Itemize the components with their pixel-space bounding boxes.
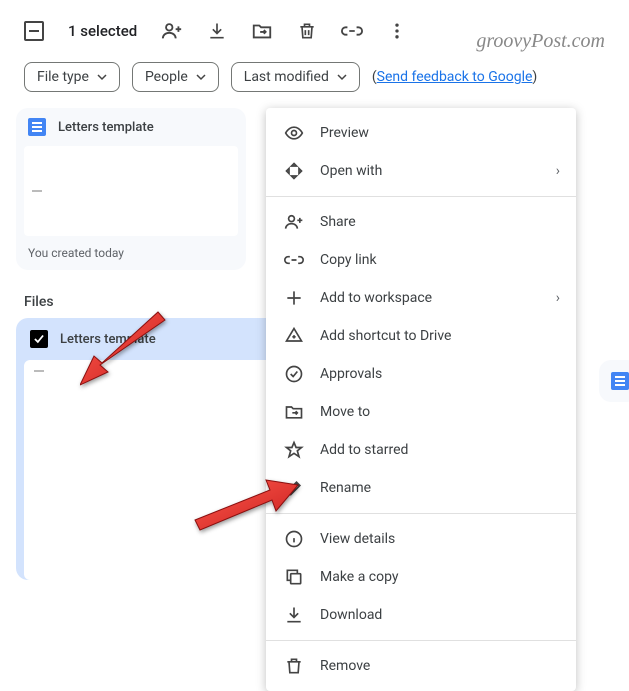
filter-label: Last modified bbox=[244, 69, 329, 85]
menu-move-to[interactable]: Move to bbox=[266, 393, 576, 431]
menu-view-details[interactable]: View details bbox=[266, 520, 576, 558]
annotation-arrow bbox=[80, 310, 170, 394]
filter-bar: File type People Last modified (Send fee… bbox=[16, 58, 613, 108]
watermark-text: groovyPost.com bbox=[476, 30, 605, 53]
feedback-link[interactable]: Send feedback to Google bbox=[377, 69, 533, 85]
caret-down-icon bbox=[337, 72, 347, 82]
suggested-card[interactable]: Letters template You created today bbox=[16, 108, 246, 270]
menu-divider bbox=[266, 196, 576, 197]
menu-make-a-copy[interactable]: Make a copy bbox=[266, 558, 576, 596]
card-title: Letters template bbox=[58, 120, 154, 135]
menu-share[interactable]: Share bbox=[266, 203, 576, 241]
chevron-right-icon: › bbox=[556, 163, 560, 179]
annotation-arrow bbox=[190, 465, 300, 539]
move-to-icon[interactable] bbox=[251, 20, 273, 42]
filter-last-modified[interactable]: Last modified bbox=[231, 62, 360, 92]
select-all-checkbox[interactable] bbox=[24, 21, 44, 41]
link-icon[interactable] bbox=[341, 20, 363, 42]
selection-count: 1 selected bbox=[68, 22, 137, 40]
file-checkbox-checked[interactable] bbox=[30, 330, 48, 348]
share-person-icon[interactable] bbox=[161, 20, 183, 42]
menu-download[interactable]: Download bbox=[266, 596, 576, 634]
download-icon[interactable] bbox=[207, 21, 227, 41]
google-docs-icon bbox=[611, 372, 629, 390]
menu-remove[interactable]: Remove bbox=[266, 647, 576, 685]
trash-icon bbox=[284, 656, 304, 676]
caret-down-icon bbox=[196, 72, 206, 82]
menu-add-to-starred[interactable]: Add to starred bbox=[266, 431, 576, 469]
drive-shortcut-icon bbox=[284, 326, 304, 346]
caret-down-icon bbox=[97, 72, 107, 82]
trash-icon[interactable] bbox=[297, 21, 317, 41]
open-with-icon bbox=[284, 161, 304, 181]
filter-label: People bbox=[145, 69, 188, 85]
chevron-right-icon: › bbox=[556, 290, 560, 306]
menu-preview[interactable]: Preview bbox=[266, 114, 576, 152]
plus-icon bbox=[284, 288, 304, 308]
eye-icon bbox=[284, 123, 304, 143]
filter-file-type[interactable]: File type bbox=[24, 62, 120, 92]
menu-add-to-workspace[interactable]: Add to workspace› bbox=[266, 279, 576, 317]
menu-copy-link[interactable]: Copy link bbox=[266, 241, 576, 279]
person-add-icon bbox=[284, 212, 304, 232]
approvals-icon bbox=[284, 364, 304, 384]
adjacent-file-card[interactable] bbox=[599, 360, 629, 402]
download-icon bbox=[284, 605, 304, 625]
more-menu-icon[interactable] bbox=[387, 21, 407, 41]
menu-divider bbox=[266, 513, 576, 514]
context-menu: Preview Open with› Share Copy link Add t… bbox=[266, 108, 576, 691]
menu-divider bbox=[266, 640, 576, 641]
star-icon bbox=[284, 440, 304, 460]
google-docs-icon bbox=[28, 118, 46, 136]
menu-add-shortcut[interactable]: Add shortcut to Drive bbox=[266, 317, 576, 355]
menu-rename[interactable]: Rename bbox=[266, 469, 576, 507]
folder-move-icon bbox=[284, 402, 304, 422]
link-icon bbox=[284, 250, 304, 270]
card-footer: You created today bbox=[16, 236, 246, 270]
card-thumbnail bbox=[24, 146, 238, 236]
copy-icon bbox=[284, 567, 304, 587]
menu-approvals[interactable]: Approvals bbox=[266, 355, 576, 393]
menu-open-with[interactable]: Open with› bbox=[266, 152, 576, 190]
filter-people[interactable]: People bbox=[132, 62, 219, 92]
filter-label: File type bbox=[37, 69, 89, 85]
